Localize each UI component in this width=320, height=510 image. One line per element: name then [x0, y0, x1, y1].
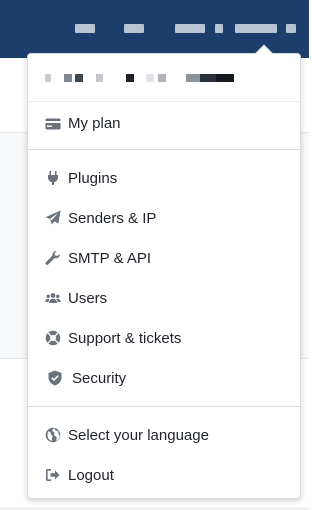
obscured-text: [146, 74, 154, 82]
menu-item-support-tickets[interactable]: Support & tickets: [28, 318, 300, 358]
menu-item-security[interactable]: Security: [28, 358, 300, 398]
plug-icon: [44, 170, 61, 187]
menu-item-label: Senders & IP: [68, 209, 157, 227]
account-info-header: [28, 54, 300, 101]
menu-item-label: Support & tickets: [68, 329, 182, 347]
menu-item-label: Logout: [68, 466, 114, 484]
app-page: My plan Plugins Senders & IP SMTP & API: [0, 0, 309, 510]
menu-item-users[interactable]: Users: [28, 278, 300, 318]
menu-item-senders-ip[interactable]: Senders & IP: [28, 198, 300, 238]
account-menu-trigger[interactable]: [235, 24, 277, 33]
obscured-text: [126, 74, 134, 82]
sign-out-icon: [44, 467, 61, 484]
paper-plane-icon: [44, 210, 61, 227]
obscured-text: [64, 74, 72, 82]
menu-item-plugins[interactable]: Plugins: [28, 158, 300, 198]
menu-item-label: Users: [68, 289, 108, 307]
obscured-text: [75, 74, 83, 82]
menu-item-smtp-api[interactable]: SMTP & API: [28, 238, 300, 278]
shield-icon: [46, 370, 63, 387]
wrench-icon: [44, 250, 61, 267]
navbar-item-obscured[interactable]: [286, 24, 296, 33]
globe-icon: [44, 427, 61, 444]
navbar-item-obscured[interactable]: [124, 24, 144, 33]
credit-card-icon: [44, 115, 61, 132]
obscured-text: [96, 74, 103, 82]
menu-item-label: Plugins: [68, 169, 118, 187]
menu-item-label: My plan: [68, 115, 121, 132]
obscured-text: [200, 74, 216, 82]
obscured-text: [45, 74, 51, 82]
navbar-item-obscured[interactable]: [175, 24, 205, 33]
menu-item-my-plan[interactable]: My plan: [28, 102, 300, 145]
menu-item-label: Select your language: [68, 426, 209, 444]
navbar-item-obscured[interactable]: [215, 24, 223, 33]
obscured-text: [158, 74, 166, 82]
navbar-item-obscured[interactable]: [75, 24, 95, 33]
menu-item-label: Security: [72, 369, 127, 387]
menu-item-label: SMTP & API: [68, 249, 152, 267]
menu-item-select-language[interactable]: Select your language: [28, 415, 300, 455]
obscured-text: [216, 74, 234, 82]
menu-item-logout[interactable]: Logout: [28, 455, 300, 495]
obscured-text: [186, 74, 200, 82]
account-dropdown-menu: My plan Plugins Senders & IP SMTP & API: [27, 44, 301, 499]
life-ring-icon: [44, 330, 61, 347]
users-icon: [44, 290, 61, 307]
